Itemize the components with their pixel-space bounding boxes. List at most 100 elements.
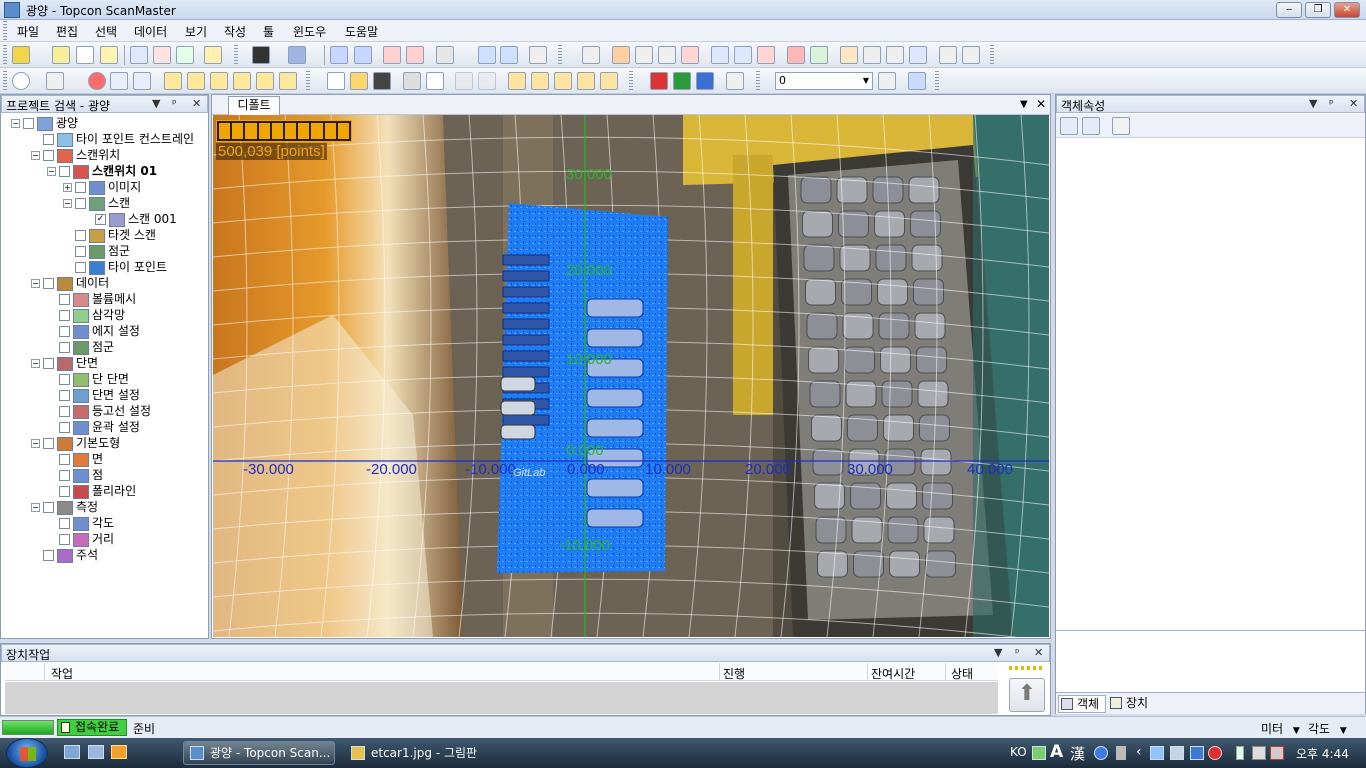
collapse-icon[interactable]: − [63,199,72,208]
tree-checkbox[interactable] [59,166,70,177]
ime-icon[interactable] [1032,746,1046,760]
tree-checkbox[interactable] [59,486,70,497]
tree-node[interactable]: 각도 [47,515,114,531]
volume-muted-icon[interactable] [1270,746,1284,760]
toolbar-grip[interactable] [306,71,310,91]
upload-button[interactable]: ⬆ [1009,678,1045,712]
toolbar-grip[interactable] [990,45,994,65]
taskbar-app-paint[interactable]: etcar1.jpg - 그림판 [344,741,496,765]
value-combo[interactable]: 0 ▼ [775,72,873,90]
tree-checkbox[interactable] [59,342,70,353]
menu-file[interactable]: 파일 [17,23,39,40]
categorized-icon[interactable] [1060,117,1078,135]
power-icon[interactable] [1252,746,1266,760]
pin-icon[interactable]: ᵖ [1015,646,1020,659]
clock[interactable]: 오후 4:44 [1296,745,1349,762]
tree-checkbox[interactable] [59,294,70,305]
network-icon[interactable] [1150,746,1164,760]
tree-checkbox[interactable] [59,326,70,337]
tree-node[interactable]: 점군 [63,243,130,259]
toolbar-grip[interactable] [935,71,939,91]
chevron-down-icon[interactable]: ▼ [1309,97,1317,110]
crosshair-icon[interactable] [726,72,744,90]
language-indicator[interactable]: KO [1010,745,1027,759]
tree-node[interactable]: 등고선 설정 [47,403,151,419]
column-status[interactable]: 상태 [951,665,973,682]
taskbar-app-scanmaster[interactable]: 광양 - Topcon Scan... [183,741,335,765]
measure-distance-icon[interactable] [863,46,881,64]
explorer-icon[interactable] [88,745,104,759]
tree-checkbox[interactable] [43,550,54,561]
render-points-icon[interactable] [696,72,714,90]
chevron-down-icon[interactable]: ▼ [1020,99,1028,110]
grid-delete-icon[interactable] [383,46,401,64]
tree-node[interactable]: − 데이터 [31,275,109,291]
menu-edit[interactable]: 편집 [56,23,78,40]
chevron-down-icon[interactable]: ▼ [994,646,1002,659]
select-tool-icon[interactable] [12,46,30,64]
ime-mode[interactable]: A [1050,742,1063,762]
property-pages-icon[interactable] [1112,117,1130,135]
snap-options-icon[interactable] [962,46,980,64]
undo-icon[interactable] [455,72,473,90]
tree-checkbox[interactable] [43,358,54,369]
view-top-icon[interactable] [256,72,274,90]
pick-region-icon[interactable] [176,46,194,64]
toolbar-grip[interactable] [756,71,760,91]
tree-checkbox[interactable] [59,454,70,465]
menu-tools[interactable]: 툴 [263,23,274,40]
point-cloud-viewport[interactable]: 500,039 [points] -30.000 -20.000 -10.000… [213,115,1049,637]
column-task[interactable]: 작업 [51,665,73,682]
zoom-extent-icon[interactable] [133,72,151,90]
view-front-icon[interactable] [164,72,182,90]
tray-expand-icon[interactable]: ‹ [1136,744,1142,760]
vaccine-icon[interactable] [1190,746,1204,760]
section-icon[interactable] [787,46,805,64]
tree-node[interactable]: 점 [47,467,103,483]
toolbar-grip[interactable] [3,45,7,65]
panel-device-icon[interactable] [577,72,595,90]
measure-icon[interactable] [840,46,858,64]
close-icon[interactable]: ✕ [1034,646,1043,659]
zoom-out-icon[interactable] [500,46,518,64]
annotation-icon[interactable] [909,46,927,64]
print-icon[interactable] [403,72,421,90]
pick-object-icon[interactable] [153,46,171,64]
toolbar-grip[interactable] [558,45,562,65]
deselect-icon[interactable] [76,46,94,64]
tree-node[interactable]: ✓ 스캔 001 [83,211,177,227]
menu-help[interactable]: 도움말 [345,23,378,40]
battery-icon[interactable] [1236,746,1244,760]
security-icon[interactable] [1208,746,1222,760]
panel-props-icon[interactable] [554,72,572,90]
tree-node[interactable]: 타이 포인트 [63,259,167,275]
tree-node[interactable]: − 광양 [11,115,78,131]
tree-node[interactable]: 볼륨메시 [47,291,136,307]
line-style-icon[interactable] [252,46,270,64]
panel-list-icon[interactable] [531,72,549,90]
tree-node[interactable]: − 스캔위치 [31,147,120,163]
column-progress[interactable]: 진행 [723,665,745,682]
redo-icon[interactable] [478,72,496,90]
tree-checkbox[interactable] [59,374,70,385]
column-remaining[interactable]: 잔여시간 [871,665,915,682]
collapse-icon[interactable]: − [11,119,20,128]
tree-node[interactable]: 단 단면 [47,371,129,387]
panel-toggle-icon[interactable] [508,72,526,90]
mesh-edit-icon[interactable] [734,46,752,64]
mesh-delete-icon[interactable] [757,46,775,64]
menu-select[interactable]: 선택 [95,23,117,40]
new-file-icon[interactable] [327,72,345,90]
grid-fill-icon[interactable] [354,46,372,64]
tree-checkbox[interactable] [43,502,54,513]
tab-object[interactable]: 객체 [1058,695,1106,713]
collapse-icon[interactable]: − [31,503,40,512]
view-back-icon[interactable] [187,72,205,90]
start-button[interactable] [6,738,48,768]
align-icon[interactable] [582,46,600,64]
tree-checkbox[interactable] [59,406,70,417]
menu-data[interactable]: 데이터 [134,23,167,40]
snap-icon[interactable] [939,46,957,64]
sort-alpha-icon[interactable] [1082,117,1100,135]
filter-icon[interactable] [204,46,222,64]
